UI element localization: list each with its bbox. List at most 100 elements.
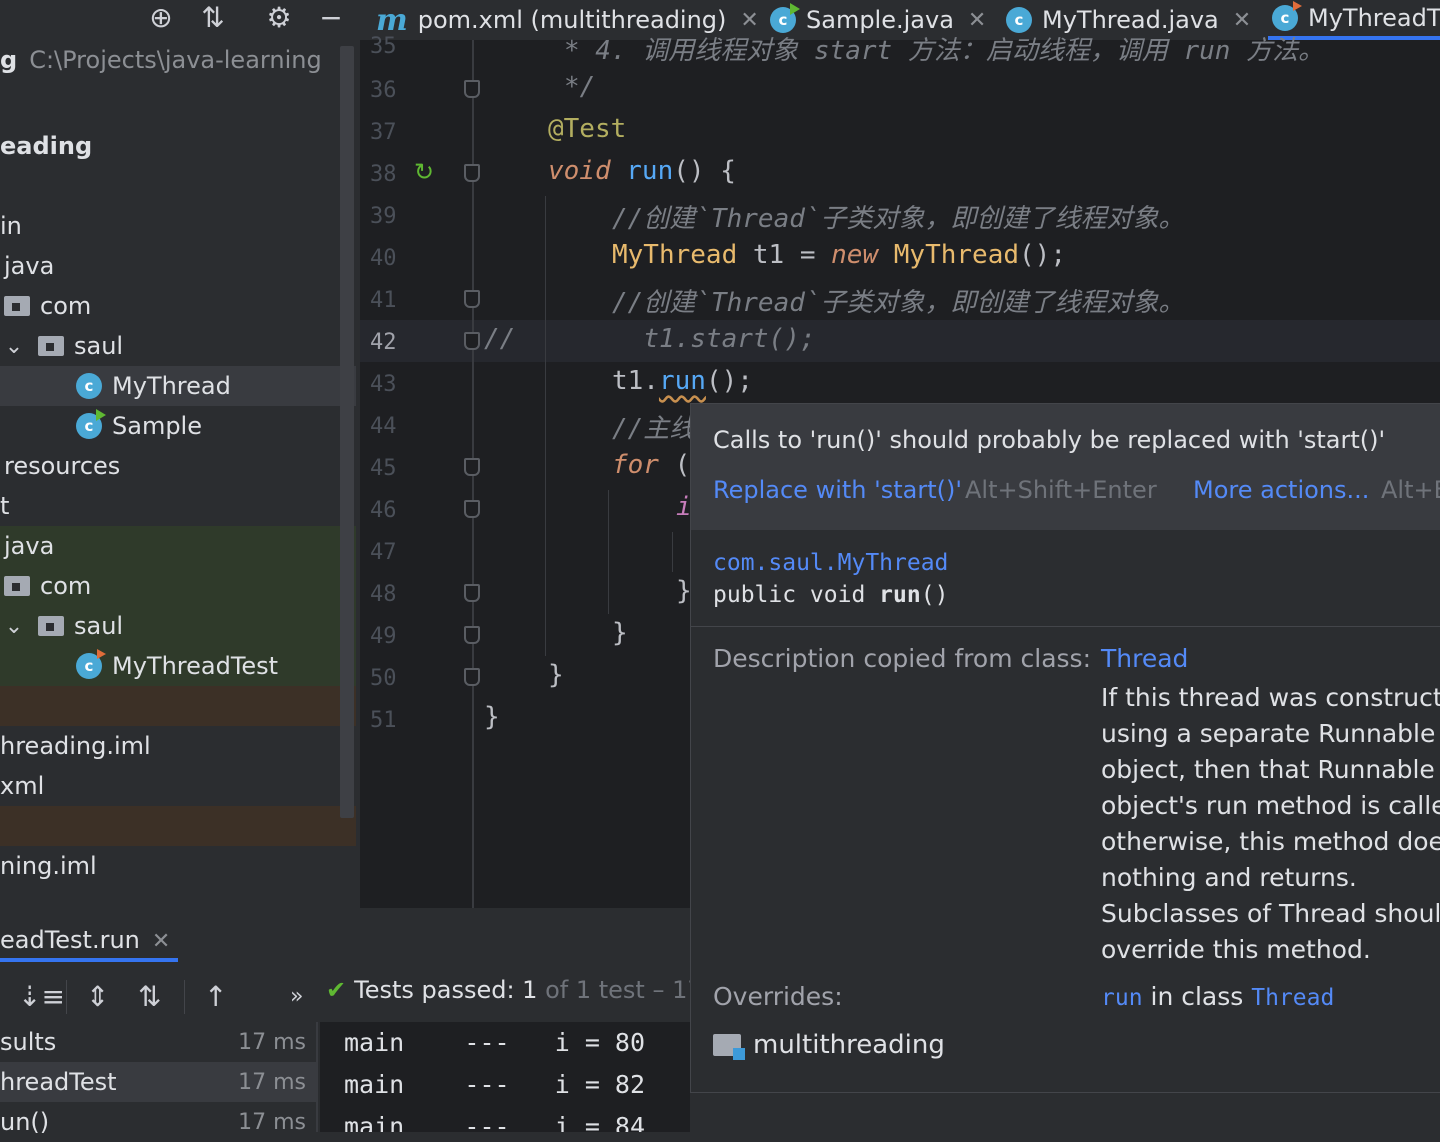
tree-item[interactable]: ⌄ saul [0, 326, 356, 366]
sort-icon[interactable]: ⇣≡ [18, 980, 65, 1013]
fold-marker-icon[interactable] [464, 290, 480, 308]
tree-item[interactable]: ning.iml [0, 846, 356, 886]
line-number: 41 [370, 288, 397, 313]
close-icon[interactable]: ✕ [1233, 8, 1251, 33]
overrides-class-link[interactable]: Thread [1251, 985, 1334, 1011]
project-root[interactable]: g C:\Projects\java-learning [0, 46, 340, 86]
run-tab[interactable]: eadTest.run ✕ [0, 926, 170, 954]
tree-item-label: saul [74, 332, 124, 360]
chevron-down-icon[interactable]: ⌄ [0, 334, 28, 359]
test-results-tree: sults 17 ms hreadTest 17 ms un() 17 ms [0, 1022, 316, 1136]
fold-marker-icon[interactable] [464, 668, 480, 686]
code-token: void [548, 156, 611, 186]
fold-marker-icon[interactable] [464, 584, 480, 602]
java-class-run-icon: c [76, 409, 106, 439]
code-token: (); [705, 366, 753, 396]
tree-item[interactable]: hreading.iml [0, 726, 356, 766]
test-result-row[interactable]: un() 17 ms [0, 1102, 316, 1142]
tree-item[interactable]: java [0, 526, 356, 566]
code-token-warning[interactable]: run [659, 366, 706, 396]
tree-item[interactable]: com [0, 566, 356, 606]
test-result-row[interactable]: sults 17 ms [0, 1022, 316, 1062]
more-actions-link[interactable]: More actions... [1193, 476, 1369, 504]
tree-item-excluded[interactable] [0, 806, 356, 846]
tree-item-label: Sample [112, 412, 202, 440]
more-icon[interactable]: » [290, 984, 303, 1009]
hide-icon[interactable]: − [314, 0, 348, 34]
console-line: main --- i = 80 [344, 1028, 646, 1057]
module-folder-icon [713, 1034, 745, 1060]
console-output[interactable]: main --- i = 80 main --- i = 82 main ---… [320, 1022, 690, 1132]
code-line: */ [564, 72, 596, 102]
code-token: t1.start(); [643, 324, 816, 354]
code-token: t1. [612, 366, 659, 396]
doc-line: otherwise, this method doe [1101, 827, 1440, 856]
tree-item-label: saul [74, 612, 124, 640]
close-icon[interactable]: ✕ [740, 8, 758, 33]
doc-class-link[interactable]: com.saul.MyThread [713, 550, 948, 576]
tree-item-label: java [4, 532, 55, 560]
test-status: ✔ Tests passed: 1 of 1 test – 17 [326, 976, 703, 1004]
code-line: //主线 [612, 414, 696, 444]
splitter[interactable] [316, 1022, 318, 1132]
chevron-down-icon[interactable]: ⌄ [0, 614, 28, 639]
gear-icon[interactable]: ⚙ [262, 0, 296, 34]
test-status-prefix: Tests passed: [354, 976, 523, 1004]
tree-item[interactable]: com [0, 286, 356, 326]
overrides-method-link[interactable]: run [1101, 985, 1143, 1011]
code-line: t1.run(); [612, 366, 753, 396]
tree-item-excluded[interactable] [0, 686, 356, 726]
tree-item-label: com [40, 292, 92, 320]
fold-marker-icon[interactable] [464, 500, 480, 518]
close-icon[interactable]: ✕ [152, 929, 170, 954]
collapse-all-icon[interactable]: ⇅ [196, 0, 230, 34]
doc-line: nothing and returns. [1101, 863, 1357, 892]
tree-item[interactable]: t [0, 486, 356, 526]
line-number: 44 [370, 414, 397, 439]
run-tab-label: eadTest.run [0, 926, 140, 954]
quick-fix-link[interactable]: Replace with 'start()' [713, 476, 962, 504]
tree-item[interactable]: in [0, 206, 356, 246]
expand-all-icon[interactable]: ⇕ [86, 980, 109, 1013]
close-icon[interactable]: ✕ [968, 8, 986, 33]
code-line: //创建`Thread`子类对象，即创建了线程对象。 [612, 204, 1185, 234]
project-tree-scrollbar[interactable] [340, 46, 354, 818]
previous-icon[interactable]: ↑ [204, 980, 227, 1013]
maven-icon: m [376, 2, 408, 38]
code-token: run [626, 156, 674, 186]
collapse-all-icon[interactable]: ⇅ [138, 980, 161, 1013]
tree-item-selected[interactable]: c MyThread [0, 366, 356, 406]
tree-item[interactable]: ⌄ saul [0, 606, 356, 646]
doc-description: If this thread was construct using a sep… [1101, 680, 1440, 968]
line-number: 35 [370, 34, 397, 59]
line-number: 40 [370, 246, 397, 271]
line-number: 49 [370, 624, 397, 649]
test-result-row[interactable]: hreadTest 17 ms [0, 1062, 316, 1102]
fold-marker-icon[interactable] [464, 332, 480, 350]
tree-item[interactable]: xml [0, 766, 356, 806]
run-test-gutter-icon[interactable]: ↻ [414, 158, 440, 186]
tree-item-label: in [0, 212, 22, 240]
code-token: new [831, 240, 879, 270]
fold-marker-icon[interactable] [464, 458, 480, 476]
code-line: MyThread t1 = new MyThread(); [612, 240, 1066, 270]
tree-item[interactable]: resources [0, 446, 356, 486]
doc-thread-link[interactable]: Thread [1101, 644, 1188, 673]
fold-marker-icon[interactable] [464, 626, 480, 644]
project-root-name: g [0, 46, 18, 74]
tree-item[interactable]: eading [0, 126, 356, 166]
code-token: for [612, 450, 659, 480]
tree-item[interactable]: c Sample [0, 406, 356, 446]
tree-item-label: eading [0, 132, 93, 160]
tree-item[interactable]: java [0, 246, 356, 286]
tree-item[interactable]: c MyThreadTest [0, 646, 356, 686]
fold-marker-icon[interactable] [464, 164, 480, 182]
code-token: MyThread [878, 240, 1020, 270]
code-line: //创建`Thread`子类对象，即创建了线程对象。 [612, 288, 1185, 318]
locate-icon[interactable]: ⊕ [144, 0, 178, 34]
doc-line: If this thread was construct [1101, 683, 1440, 712]
quick-fix-shortcut: Alt+Shift+Enter [965, 476, 1157, 504]
code-line: } [548, 660, 564, 690]
fold-marker-icon[interactable] [464, 80, 480, 98]
doc-signature-part: public void [713, 582, 880, 608]
